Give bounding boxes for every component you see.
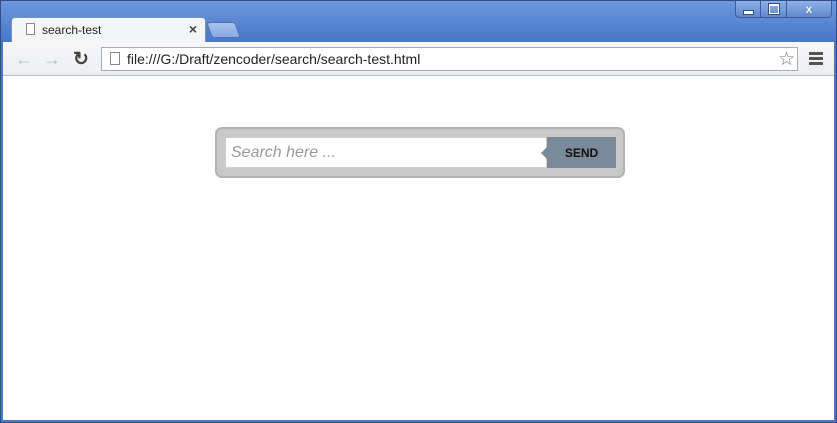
search-input[interactable] bbox=[225, 137, 547, 168]
page-icon bbox=[110, 52, 120, 65]
back-button[interactable]: ← bbox=[13, 48, 35, 70]
forward-arrow-icon: → bbox=[43, 48, 61, 69]
close-icon: x bbox=[805, 2, 813, 16]
url-text[interactable]: file:///G:/Draft/zencoder/search/search-… bbox=[127, 51, 420, 67]
menu-icon[interactable] bbox=[809, 52, 823, 67]
window-controls: x bbox=[735, 1, 832, 18]
reload-button[interactable]: ↻ bbox=[70, 48, 92, 70]
send-notch bbox=[541, 147, 547, 159]
minimize-icon bbox=[742, 10, 754, 15]
browser-toolbar: ← → ↻ file:///G:/Draft/zencoder/search/s… bbox=[3, 42, 834, 76]
send-label: SEND bbox=[564, 145, 599, 160]
address-bar[interactable]: file:///G:/Draft/zencoder/search/search-… bbox=[101, 47, 798, 71]
tab-close-icon[interactable]: × bbox=[189, 21, 197, 37]
minimize-button[interactable] bbox=[735, 1, 761, 18]
page-content: SEND bbox=[3, 76, 834, 420]
menu-bar-1 bbox=[809, 52, 823, 55]
reload-icon: ↻ bbox=[73, 48, 89, 70]
tab-title: search-test bbox=[42, 23, 102, 37]
maximize-button[interactable] bbox=[761, 1, 787, 18]
back-arrow-icon: ← bbox=[15, 48, 33, 69]
send-button[interactable]: SEND bbox=[541, 137, 616, 168]
forward-button[interactable]: → bbox=[41, 48, 63, 70]
menu-bar-2 bbox=[809, 57, 823, 60]
menu-bar-3 bbox=[809, 62, 823, 65]
maximize-icon bbox=[768, 4, 779, 14]
close-window-button[interactable]: x bbox=[787, 1, 832, 18]
browser-window: x search-test × ← → ↻ file:///G:/Draft/z… bbox=[0, 0, 837, 423]
document-icon bbox=[26, 23, 35, 35]
bookmark-star-icon[interactable]: ☆ bbox=[778, 48, 795, 71]
search-box: SEND bbox=[215, 127, 625, 178]
new-tab-button[interactable] bbox=[206, 22, 241, 38]
tab-search-test[interactable]: search-test × bbox=[11, 17, 206, 42]
